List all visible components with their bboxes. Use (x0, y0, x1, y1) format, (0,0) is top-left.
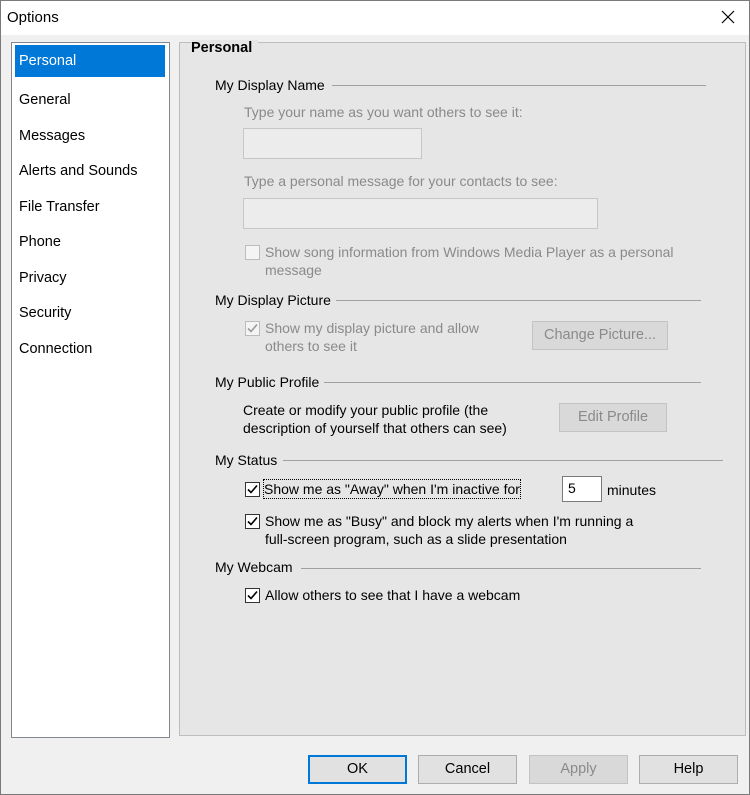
group-public-profile: My Public Profile (215, 374, 320, 390)
window-title: Options (7, 9, 59, 26)
change-picture-button[interactable]: Change Picture... (532, 321, 668, 350)
show-display-picture-label-line2: others to see it (265, 338, 357, 354)
public-profile-desc-line1: Create or modify your public profile (th… (243, 402, 489, 418)
edit-profile-button[interactable]: Edit Profile (559, 403, 667, 432)
divider (324, 382, 701, 383)
personal-message-prompt: Type a personal message for your contact… (244, 173, 558, 189)
away-checkbox[interactable] (245, 482, 260, 497)
webcam-label: Allow others to see that I have a webcam (265, 587, 521, 603)
group-display-picture: My Display Picture (215, 292, 331, 308)
divider (336, 300, 701, 301)
panel-title: Personal (191, 40, 259, 56)
category-personal[interactable]: Personal (15, 45, 165, 77)
category-alerts-and-sounds[interactable]: Alerts and Sounds (15, 155, 165, 187)
display-name-input[interactable] (243, 128, 422, 159)
away-label: Show me as "Away" when I'm inactive for (263, 479, 521, 499)
ok-button[interactable]: OK (308, 755, 407, 784)
checkmark-icon (247, 323, 258, 333)
show-display-picture-label-line1: Show my display picture and allow (265, 320, 479, 336)
song-info-label-line2: message (265, 262, 322, 278)
close-button[interactable] (706, 1, 749, 35)
divider (301, 568, 701, 569)
group-my-webcam: My Webcam (215, 559, 293, 575)
category-list: Personal General Messages Alerts and Sou… (11, 42, 170, 738)
title-bar: Options (1, 1, 749, 35)
checkmark-icon (247, 484, 258, 494)
category-connection[interactable]: Connection (15, 333, 165, 365)
apply-button[interactable]: Apply (529, 755, 628, 784)
divider (332, 85, 706, 86)
cancel-button[interactable]: Cancel (418, 755, 517, 784)
close-icon (721, 10, 735, 24)
public-profile-desc-line2: description of yourself that others can … (243, 420, 507, 436)
category-phone[interactable]: Phone (15, 226, 165, 258)
away-minutes-input[interactable]: 5 (562, 476, 602, 502)
checkmark-icon (247, 590, 258, 600)
category-messages[interactable]: Messages (15, 120, 165, 152)
busy-label-line1: Show me as "Busy" and block my alerts wh… (265, 513, 634, 529)
group-my-status: My Status (215, 452, 278, 468)
checkmark-icon (247, 516, 258, 526)
category-general[interactable]: General (15, 84, 165, 116)
show-display-picture-checkbox[interactable] (245, 321, 260, 336)
category-privacy[interactable]: Privacy (15, 262, 165, 294)
category-file-transfer[interactable]: File Transfer (15, 191, 165, 223)
personal-message-input[interactable] (243, 198, 598, 229)
help-button[interactable]: Help (639, 755, 738, 784)
song-info-checkbox[interactable] (245, 245, 260, 260)
group-display-name: My Display Name (215, 77, 325, 93)
display-name-prompt: Type your name as you want others to see… (244, 104, 523, 120)
category-security[interactable]: Security (15, 297, 165, 329)
divider (283, 460, 723, 461)
busy-checkbox[interactable] (245, 514, 260, 529)
minutes-label: minutes (607, 482, 657, 498)
webcam-checkbox[interactable] (245, 588, 260, 603)
busy-label-line2: full-screen program, such as a slide pre… (265, 531, 567, 547)
song-info-label-line1: Show song information from Windows Media… (265, 244, 674, 260)
